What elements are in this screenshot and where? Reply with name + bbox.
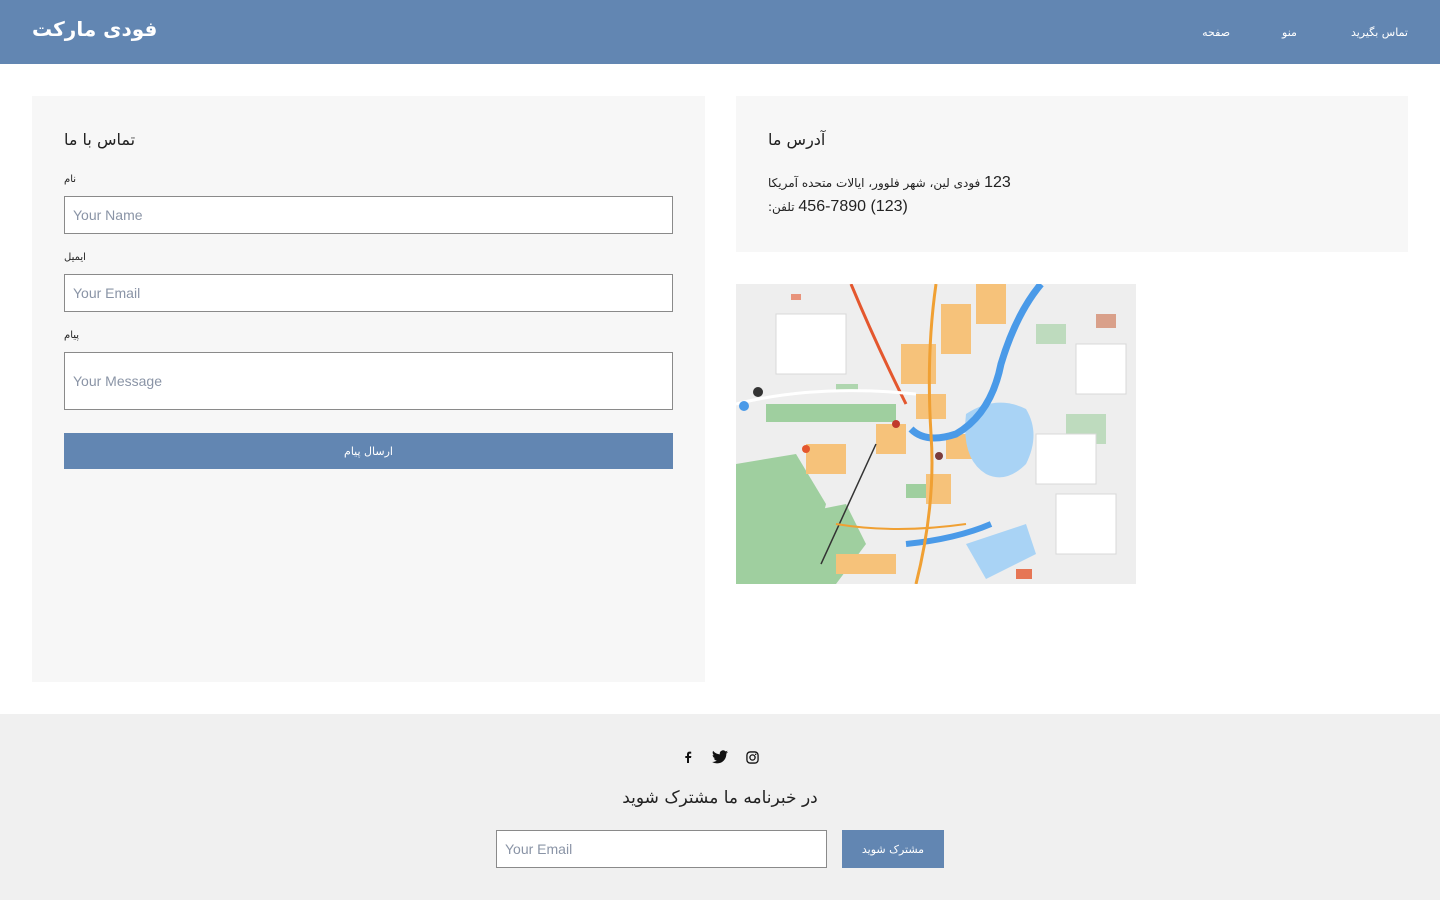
email-label: ایمیل — [64, 252, 86, 263]
send-message-button[interactable]: ارسال پیام — [64, 433, 673, 469]
message-label: پیام — [64, 330, 80, 341]
site-logo[interactable]: فودی مارکت — [32, 17, 157, 41]
nav-item-menu[interactable]: منو — [1282, 26, 1297, 39]
social-links — [0, 748, 1440, 766]
phone-number: (123) 456-7890 — [798, 198, 908, 215]
site-header: فودی مارکت تماس بگیرید منو صفحه — [0, 0, 1440, 64]
location-map[interactable] — [736, 284, 1136, 584]
twitter-icon[interactable] — [711, 748, 729, 766]
name-input[interactable] — [64, 196, 673, 234]
contact-form-card: تماس با ما نام ایمیل پیام ارسال پیام — [32, 96, 705, 682]
nav-item-page[interactable]: صفحه — [1202, 26, 1230, 39]
email-input[interactable] — [64, 274, 673, 312]
street-number: 123 — [984, 174, 1011, 191]
address-card: آدرس ما 123 فودی لین، شهر فلوور، ایالات … — [736, 96, 1408, 252]
street-address: 123 فودی لین، شهر فلوور، ایالات متحده آم… — [768, 174, 1011, 192]
address-title: آدرس ما — [768, 130, 826, 149]
site-footer: در خبرنامه ما مشترک شوید مشترک شوید — [0, 714, 1440, 900]
name-label: نام — [64, 174, 77, 185]
nav-item-contact[interactable]: تماس بگیرید — [1351, 26, 1408, 39]
map-graphic — [736, 284, 1136, 584]
instagram-icon[interactable] — [743, 748, 761, 766]
contact-title: تماس با ما — [64, 130, 136, 149]
message-input[interactable] — [64, 352, 673, 410]
street-text: فودی لین، شهر فلوور، ایالات متحده آمریکا — [768, 176, 981, 190]
newsletter-email-input[interactable] — [496, 830, 827, 868]
facebook-icon[interactable] — [679, 748, 697, 766]
subscribe-button[interactable]: مشترک شوید — [842, 830, 944, 868]
newsletter-title: در خبرنامه ما مشترک شوید — [622, 788, 818, 808]
phone-line: (123) 456-7890 تلفن: — [768, 198, 908, 216]
main-nav: تماس بگیرید منو صفحه — [1202, 0, 1408, 64]
phone-label: تلفن: — [768, 200, 795, 214]
